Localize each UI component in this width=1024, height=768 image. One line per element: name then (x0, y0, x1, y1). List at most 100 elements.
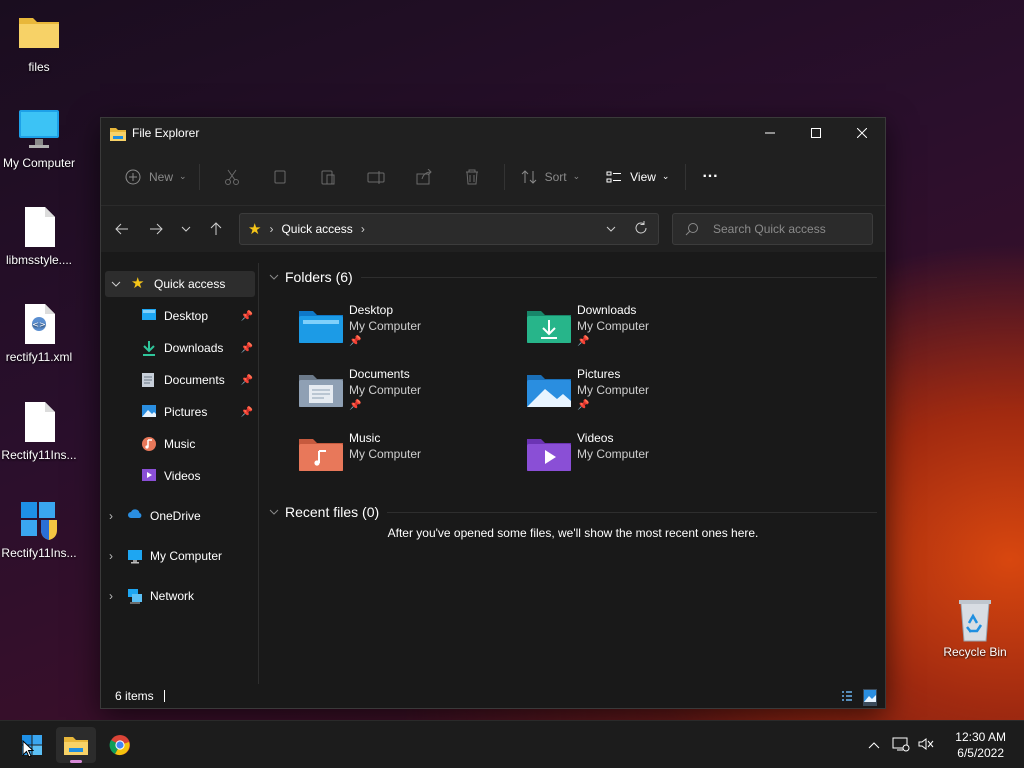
sidebar-item-quick-access[interactable]: ★ Quick access (105, 271, 255, 297)
arrow-right-icon (150, 223, 163, 235)
folder-tile-downloads[interactable]: Downloads My Computer 📌 (527, 303, 747, 359)
sidebar-item-pictures[interactable]: Pictures 📌 (141, 399, 257, 425)
sidebar-item-videos[interactable]: Videos (141, 463, 257, 489)
chevron-right-icon: › (109, 589, 113, 603)
sidebar-item-downloads[interactable]: Downloads 📌 (141, 335, 257, 361)
desktop-icon-rectify11-installer-file[interactable]: Rectify11Ins... (0, 400, 78, 462)
minimize-button[interactable] (747, 118, 793, 148)
desktop-icon-label: libmsstyle.... (5, 253, 72, 267)
sidebar-item-documents[interactable]: Documents 📌 (141, 367, 257, 393)
pin-icon: 📌 (240, 342, 253, 354)
pin-icon: 📌 (240, 374, 253, 386)
status-bar: 6 items (101, 684, 885, 708)
share-icon (416, 168, 432, 184)
folder-tile-videos[interactable]: Videos My Computer (527, 431, 747, 487)
desktop-icon-recycle-bin[interactable]: Recycle Bin (936, 597, 1014, 659)
desktop-icon-rectify11-xml[interactable]: <> rectify11.xml (0, 302, 78, 364)
view-button[interactable]: View ⌄ (602, 161, 673, 193)
details-view-icon (842, 691, 852, 701)
recent-group-header[interactable]: Recent files (0) (269, 504, 379, 520)
cloud-icon (127, 508, 143, 524)
file-explorer-window: File Explorer New ⌄ Sort ⌄ View ⌄ ··· ★ … (100, 117, 886, 709)
toolbar-separator (198, 163, 200, 190)
new-button[interactable]: New ⌄ (121, 161, 191, 193)
cut-button[interactable] (208, 169, 256, 185)
chevron-down-icon: ⌄ (661, 171, 670, 181)
pin-icon: 📌 (349, 336, 362, 347)
folder-name: Desktop (349, 303, 394, 317)
folder-location: My Computer (349, 383, 422, 397)
status-divider (163, 690, 165, 702)
copy-button[interactable] (256, 169, 304, 185)
mouse-cursor-icon (22, 739, 35, 761)
folder-location: My Computer (577, 447, 650, 461)
folder-name: Pictures (577, 367, 621, 381)
videos-folder-icon (527, 435, 571, 471)
recent-locations-button[interactable] (173, 225, 199, 233)
paste-button[interactable] (304, 169, 352, 185)
refresh-button[interactable] (634, 221, 648, 238)
command-bar: New ⌄ Sort ⌄ View ⌄ ··· (101, 148, 885, 206)
plus-circle-icon (125, 169, 141, 184)
folder-tile-documents[interactable]: Documents My Computer 📌 (299, 367, 519, 423)
folder-tile-music[interactable]: Music My Computer (299, 431, 519, 487)
folder-tile-desktop[interactable]: Desktop My Computer 📌 (299, 303, 519, 359)
trash-icon (465, 169, 478, 184)
folder-icon (17, 12, 61, 56)
sort-label: Sort (544, 169, 567, 184)
address-bar[interactable]: ★ › Quick access › (239, 213, 659, 245)
monitor-icon (127, 548, 143, 564)
rename-button[interactable] (352, 169, 400, 185)
clock[interactable]: 12:30 AM 6/5/2022 (955, 729, 1006, 761)
desktop-icon-label: rectify11.xml (5, 350, 73, 364)
copy-icon (274, 170, 286, 183)
documents-folder-icon (299, 371, 343, 407)
clock-time: 12:30 AM (955, 730, 1006, 744)
show-hidden-icons-button[interactable] (868, 738, 880, 752)
folders-group-header[interactable]: Folders (6) (269, 269, 353, 285)
chevron-down-icon (181, 226, 191, 232)
details-view-button[interactable] (841, 690, 853, 705)
sidebar-item-my-computer[interactable]: › My Computer (109, 543, 257, 569)
breadcrumb-quick-access[interactable]: Quick access (281, 222, 352, 236)
blank-file-icon (17, 400, 61, 444)
folder-location: My Computer (577, 383, 650, 397)
back-button[interactable] (105, 223, 139, 235)
desktop-icon-my-computer[interactable]: My Computer (0, 108, 78, 170)
desktop-icon-libmsstyle[interactable]: libmsstyle.... (0, 205, 78, 267)
pin-icon: 📌 (577, 336, 590, 347)
sidebar-item-onedrive[interactable]: › OneDrive (109, 503, 257, 529)
sidebar-item-desktop[interactable]: Desktop 📌 (141, 303, 257, 329)
forward-button[interactable] (139, 223, 173, 235)
network-disconnected-icon (892, 737, 910, 751)
chevron-down-icon (269, 274, 279, 280)
folder-tile-pictures[interactable]: Pictures My Computer 📌 (527, 367, 747, 423)
share-button[interactable] (400, 168, 448, 185)
taskbar-file-explorer[interactable] (56, 727, 96, 763)
sidebar-item-network[interactable]: › Network (109, 583, 257, 609)
desktop-icon-rectify11-installer[interactable]: Rectify11Ins... (0, 498, 78, 560)
large-icons-view-button[interactable] (863, 689, 877, 706)
search-box[interactable]: Search Quick access (672, 213, 873, 245)
network-status-button[interactable] (892, 736, 910, 755)
up-button[interactable] (199, 222, 233, 236)
chevron-down-icon (111, 281, 121, 287)
desktop-icon-files[interactable]: files (0, 12, 78, 74)
sort-button[interactable]: Sort ⌄ (517, 161, 585, 193)
chevron-down-icon (606, 226, 616, 232)
delete-button[interactable] (448, 169, 496, 185)
minimize-icon (765, 132, 775, 134)
file-explorer-icon (64, 737, 88, 755)
close-button[interactable] (839, 118, 885, 148)
recent-header-label: Recent files (0) (285, 504, 380, 520)
title-bar[interactable]: File Explorer (101, 118, 885, 148)
address-dropdown-button[interactable] (606, 222, 616, 236)
sidebar-item-music[interactable]: Music (141, 431, 257, 457)
maximize-button[interactable] (793, 118, 839, 148)
chevron-down-icon (269, 509, 279, 515)
video-icon (141, 468, 157, 484)
more-options-button[interactable]: ··· (698, 161, 722, 193)
taskbar-chrome[interactable] (100, 727, 140, 763)
volume-button[interactable] (918, 737, 934, 754)
running-indicator (70, 760, 82, 763)
